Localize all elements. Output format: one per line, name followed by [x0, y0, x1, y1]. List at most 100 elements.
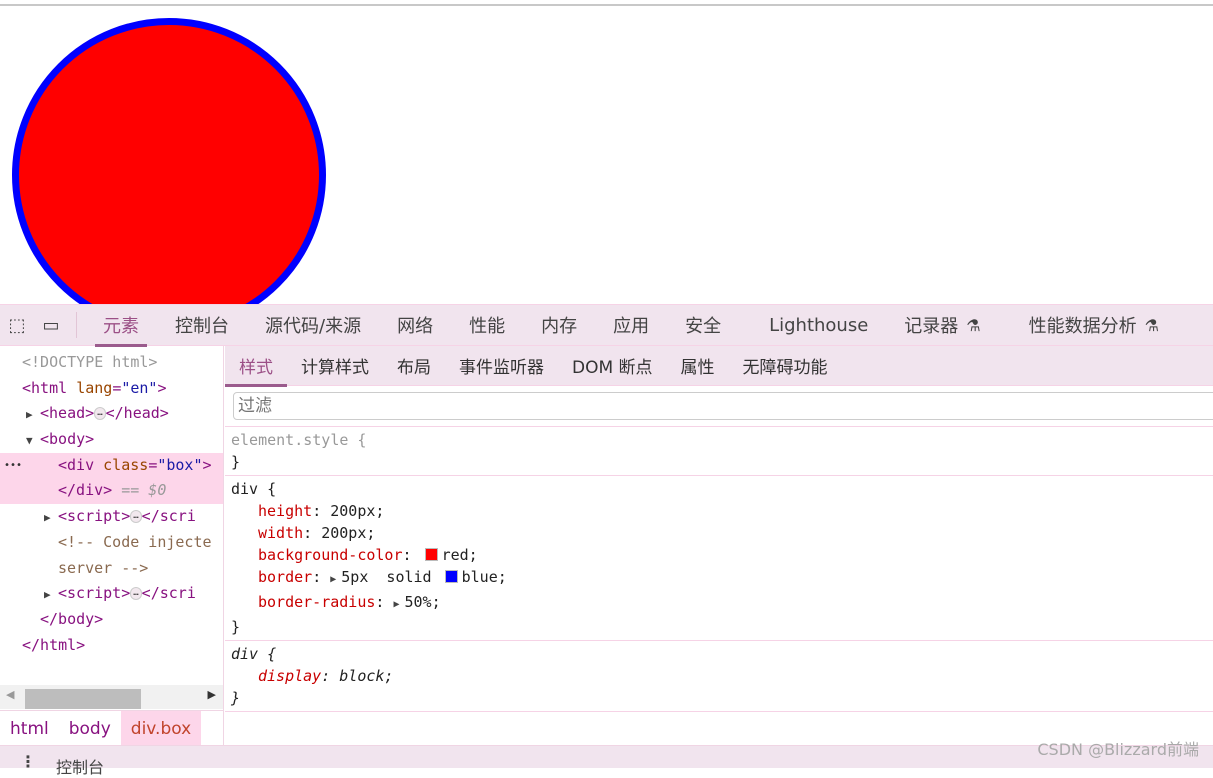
styles-subtab-2[interactable]: 布局 — [383, 346, 445, 386]
property-name[interactable]: display — [258, 667, 321, 685]
tab-6[interactable]: 应用 — [595, 305, 667, 346]
tab-label: 控制台 — [175, 316, 229, 337]
horizontal-scrollbar[interactable]: ◀ ▶ — [0, 685, 223, 709]
dom-node-body-close[interactable]: </body> — [0, 607, 223, 633]
property-value[interactable]: 50%; — [405, 593, 441, 611]
expand-triangle-icon[interactable]: ▶ — [393, 599, 399, 610]
tab-1[interactable]: 控制台 — [157, 305, 247, 346]
more-options-icon[interactable]: ••• — [4, 453, 22, 479]
dom-node-div-selected[interactable]: ••• <div class="box"> — [0, 452, 223, 479]
tag: </head> — [105, 404, 169, 423]
rule-selector: div { — [231, 645, 277, 663]
css-property-border[interactable]: border: ▶ 5px solid blue; — [231, 566, 1207, 591]
collapse-triangle-icon[interactable]: ▼ — [26, 428, 40, 454]
tag: <script> — [58, 584, 131, 603]
expand-triangle-icon[interactable]: ▶ — [26, 402, 40, 428]
styles-subtab-0[interactable]: 样式 — [225, 346, 287, 387]
divider — [76, 312, 77, 338]
tab-10[interactable]: 性能数据分析 ⚗ — [1011, 305, 1177, 346]
property-name[interactable]: border-radius — [258, 593, 375, 611]
dom-node-comment-cont[interactable]: server --> — [0, 556, 223, 582]
expand-triangle-icon[interactable]: ▶ — [330, 574, 336, 585]
tag-end: > — [202, 455, 212, 474]
property-value[interactable]: 200px; — [321, 524, 375, 542]
breadcrumb-item[interactable]: html — [0, 711, 59, 746]
tab-label: 性能 — [469, 316, 506, 337]
property-value[interactable]: block; — [339, 667, 393, 685]
comment-text: <!-- Code injecte — [58, 532, 212, 551]
tab-7[interactable]: 安全 — [667, 305, 739, 346]
tag: </scri — [141, 507, 196, 526]
styles-subtab-3[interactable]: 事件监听器 — [445, 346, 558, 386]
dom-node-html-close[interactable]: </html> — [0, 633, 223, 659]
scroll-right-icon[interactable]: ▶ — [208, 688, 216, 701]
tab-9[interactable]: 记录器 ⚗ — [886, 305, 998, 346]
dom-node-script[interactable]: ▶ <script>… </scri — [0, 504, 223, 530]
scroll-left-icon[interactable]: ◀ — [6, 688, 14, 701]
css-property-display[interactable]: display: block; — [231, 665, 1207, 687]
device-toolbar-icon[interactable]: ▭ — [34, 305, 68, 345]
styles-filter-input[interactable] — [233, 392, 1213, 420]
tab-8[interactable]: Lighthouse — [751, 305, 886, 346]
ellipsis-button[interactable]: … — [130, 510, 142, 524]
styles-subtab-4[interactable]: DOM 断点 — [558, 346, 667, 386]
attr-name: class — [103, 455, 149, 474]
property-value[interactable]: 5px solid — [341, 568, 431, 586]
property-value[interactable]: 200px; — [330, 502, 384, 520]
tag: </scri — [141, 584, 196, 603]
console-drawer: ⋮ 控制台 CSDN @Blizzard前端 — [0, 740, 1213, 777]
color-swatch[interactable] — [424, 548, 438, 561]
css-property-height[interactable]: height: 200px; — [231, 500, 1207, 522]
selected-marker: == $0 — [121, 481, 167, 500]
styles-subtab-1[interactable]: 计算样式 — [287, 346, 383, 386]
css-property-border-radius[interactable]: border-radius: ▶ 50%; — [231, 591, 1207, 616]
property-name[interactable]: width — [258, 524, 303, 542]
attr-value: "box" — [157, 455, 203, 474]
scrollbar-thumb[interactable] — [25, 689, 141, 709]
tab-label: 性能数据分析 — [1028, 316, 1137, 337]
css-property-background-color[interactable]: background-color: red; — [231, 544, 1207, 566]
ellipsis-button[interactable]: … — [130, 587, 142, 601]
breadcrumb-item[interactable]: div.box — [120, 711, 202, 746]
dom-node-comment[interactable]: <!-- Code injecte — [0, 530, 223, 556]
css-property-width[interactable]: width: 200px; — [231, 522, 1207, 544]
tab-0[interactable]: 元素 — [85, 305, 157, 347]
rule-selector[interactable]: element.style { — [231, 429, 1207, 451]
dom-node-head[interactable]: ▶ <head>… </head> — [0, 401, 223, 427]
tab-label: 应用 — [613, 316, 650, 337]
divider — [225, 711, 1213, 712]
devtools-main-toolbar: ⬚ ▭ 元素 控制台 源代码/来源 网络 性能 内存 应用 安全 Lighthouse 记录器 ⚗ 性… — [0, 304, 1213, 347]
tag-end: > — [157, 378, 167, 397]
rule-element-style: element.style { } — [225, 426, 1213, 475]
dom-node-html[interactable]: <html lang="en"> — [0, 376, 223, 402]
tag: <html — [22, 378, 68, 397]
more-menu-icon[interactable]: ⋮ — [20, 752, 36, 771]
color-swatch[interactable] — [444, 570, 458, 583]
property-name[interactable]: background-color — [258, 546, 403, 564]
devtools-panel: ⬚ ▭ 元素 控制台 源代码/来源 网络 性能 内存 应用 安全 Lighthouse 记录器 ⚗ 性… — [0, 304, 1213, 777]
drawer-tab-console[interactable]: 控制台 — [56, 754, 104, 778]
styles-subtab-6[interactable]: 无障碍功能 — [729, 346, 842, 386]
rule-close: } — [231, 453, 241, 471]
comment-text: server --> — [58, 558, 149, 577]
tab-5[interactable]: 内存 — [523, 305, 595, 346]
tab-4[interactable]: 性能 — [451, 305, 523, 346]
dom-node-body[interactable]: ▼ <body> — [0, 427, 223, 453]
breadcrumb-item[interactable]: body — [59, 711, 121, 746]
property-name[interactable]: height — [258, 502, 312, 520]
dom-node-script[interactable]: ▶ <script>… </scri — [0, 581, 223, 607]
tab-2[interactable]: 源代码/来源 — [247, 305, 379, 346]
property-name[interactable]: border — [258, 568, 312, 586]
property-value[interactable]: red; — [442, 546, 478, 564]
rule-selector[interactable]: div { — [231, 478, 1207, 500]
styles-subtab-5[interactable]: 属性 — [667, 346, 729, 386]
dom-tree: <!DOCTYPE html> <html lang="en"> ▶ <head>… — [0, 346, 223, 658]
inspect-element-icon[interactable]: ⬚ — [0, 305, 34, 345]
dom-node-doctype[interactable]: <!DOCTYPE html> — [0, 350, 223, 376]
property-value[interactable]: blue; — [462, 568, 507, 586]
tab-3[interactable]: 网络 — [379, 305, 451, 346]
dom-node-div-close[interactable]: </div> == $0 — [0, 478, 223, 505]
expand-triangle-icon[interactable]: ▶ — [44, 582, 58, 608]
ellipsis-button[interactable]: … — [94, 407, 106, 421]
expand-triangle-icon[interactable]: ▶ — [44, 505, 58, 531]
